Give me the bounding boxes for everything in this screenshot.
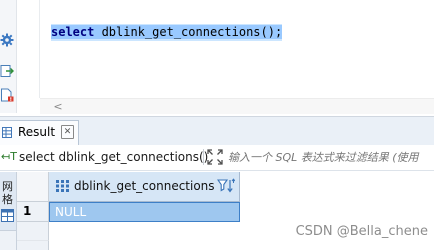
sql-query-icon: ↤T [1, 150, 17, 163]
filter-input[interactable] [228, 148, 434, 166]
filter-bar: ↤T select dblink_get_connections() [0, 145, 434, 171]
empty-row-header [17, 222, 49, 241]
sql-statement[interactable]: select dblink_get_connections(); [51, 24, 283, 41]
result-cell[interactable]: NULL [49, 202, 240, 222]
sql-keyword: select [51, 25, 95, 39]
grid-corner[interactable] [17, 172, 49, 202]
row-number[interactable]: 1 [17, 202, 49, 222]
watermark: CSDN @Bella_chene [295, 224, 428, 239]
scroll-left-icon[interactable]: < [52, 99, 64, 114]
close-icon[interactable]: ✕ [61, 125, 74, 139]
table-icon [1, 209, 14, 222]
divider [203, 149, 204, 165]
view-mode-tabs: 网格 [0, 172, 17, 250]
sql-statement-text: dblink_get_connections(); [94, 25, 283, 39]
editor-line-margin [17, 0, 40, 98]
result-tab-bar: Result ✕ [0, 116, 434, 146]
editor-toolbar [0, 0, 17, 113]
column-header[interactable]: dblink_get_connections [49, 172, 240, 202]
tab-result[interactable]: Result ✕ [0, 120, 79, 145]
grid-view-label: 网格 [2, 180, 13, 206]
export-icon[interactable] [0, 64, 14, 78]
empty-row-header [17, 241, 49, 250]
grid-icon [2, 127, 12, 138]
column-type-icon [56, 180, 69, 192]
dbeaver-window: select dblink_get_connections(); < Resul… [0, 0, 434, 250]
file-error-icon[interactable] [0, 88, 14, 102]
tab-result-label: Result [18, 125, 56, 139]
tab-grid-view[interactable]: 网格 [0, 172, 16, 231]
editor-horizontal-scrollbar[interactable]: < [40, 98, 434, 114]
sql-editor[interactable]: select dblink_get_connections(); [40, 0, 434, 98]
column-header-label: dblink_get_connections [74, 179, 215, 193]
gear-icon[interactable] [0, 33, 14, 47]
sort-filter-icon[interactable] [217, 178, 235, 194]
executed-query: select dblink_get_connections() [19, 150, 209, 164]
expand-filter-icon[interactable] [207, 149, 223, 165]
